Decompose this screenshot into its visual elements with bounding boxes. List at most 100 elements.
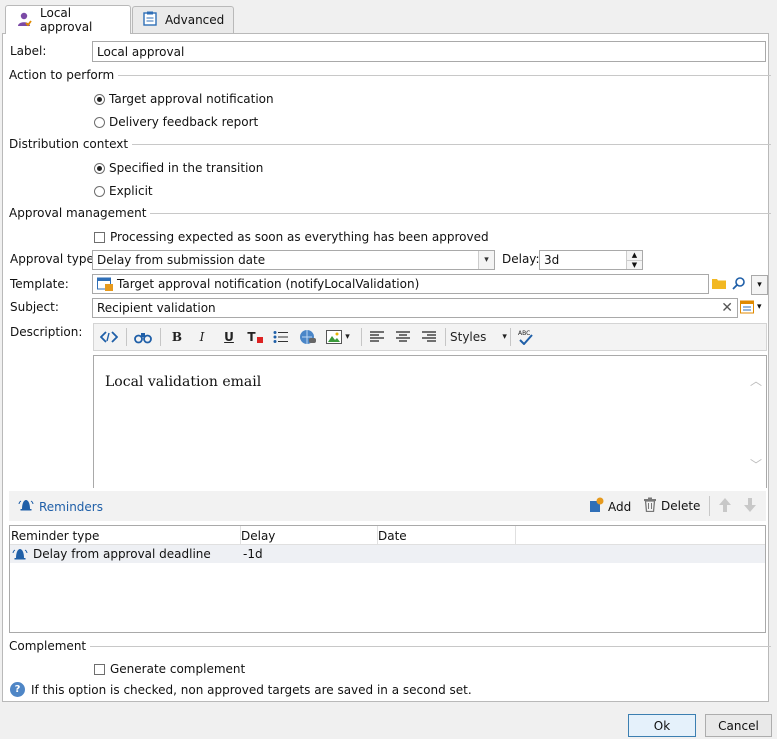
label-value: Local approval [97, 44, 185, 59]
radio-label: Delivery feedback report [109, 115, 259, 129]
template-value: Target approval notification (notifyLoca… [117, 277, 420, 291]
delay-input[interactable]: 3d ▲ ▼ [539, 250, 643, 270]
column-header[interactable]: Reminder type [11, 529, 99, 543]
italic-icon[interactable]: I [193, 325, 211, 349]
align-center-icon[interactable] [394, 325, 412, 349]
add-label: Add [608, 499, 632, 514]
tab-label: Advanced [165, 13, 225, 27]
align-right-icon[interactable] [420, 325, 438, 349]
section-title: Complement [9, 639, 87, 653]
align-left-icon[interactable] [368, 325, 386, 349]
help-text: If this option is checked, non approved … [31, 682, 472, 697]
radio-delivery-feedback[interactable]: Delivery feedback report [94, 115, 258, 129]
bold-icon[interactable]: B [168, 325, 186, 349]
approval-type-value: Delay from submission date [97, 253, 266, 267]
folder-icon[interactable] [712, 277, 726, 292]
template-input[interactable]: Target approval notification (notifyLoca… [92, 274, 709, 294]
label-input[interactable]: Local approval [92, 41, 766, 62]
ok-label: Ok [653, 718, 671, 733]
subject-input[interactable]: Recipient validation ✕ [92, 298, 738, 318]
cancel-button[interactable]: Cancel [705, 714, 772, 737]
trash-icon [643, 497, 657, 515]
radio-target-approval[interactable]: Target approval notification [94, 92, 274, 106]
section-title: Approval management [9, 206, 147, 220]
description-content: Local validation email [105, 374, 262, 390]
radio-label: Explicit [109, 184, 153, 198]
radio-label: Target approval notification [109, 92, 274, 106]
source-code-icon[interactable] [98, 325, 120, 349]
reminders-header: Reminders [18, 498, 103, 515]
column-header[interactable]: Delay [241, 529, 275, 543]
checkbox-processing-expected[interactable]: Processing expected as soon as everythin… [94, 230, 489, 244]
description-editor[interactable]: Local validation email ︿ ﹀ [93, 355, 767, 488]
table-header: Reminder type Delay Date [10, 526, 765, 545]
section-title: Distribution context [9, 137, 129, 151]
section-title: Action to perform [9, 68, 115, 82]
add-icon [589, 497, 604, 516]
spin-up-icon[interactable]: ▲ [627, 251, 642, 261]
column-header[interactable]: Date [378, 529, 407, 543]
bell-icon [18, 498, 34, 515]
clear-icon[interactable]: ✕ [721, 300, 733, 316]
radio-specified-transition[interactable]: Specified in the transition [94, 161, 263, 175]
chevron-down-icon: ▾ [502, 332, 507, 342]
delay-caption: Delay: [502, 252, 540, 266]
chevron-down-icon[interactable]: ▾ [757, 302, 762, 312]
chevron-down-icon[interactable]: ▾ [751, 275, 768, 295]
checkbox-label: Processing expected as soon as everythin… [110, 230, 489, 244]
add-button[interactable]: Add [589, 497, 631, 516]
help-note: ? If this option is checked, non approve… [10, 682, 472, 697]
subject-caption: Subject: [10, 300, 59, 314]
section-distribution: Distribution context [9, 137, 771, 151]
tab-local-approval[interactable]: Local approval [5, 5, 131, 34]
checkbox-label: Generate complement [110, 662, 246, 676]
image-icon[interactable]: ▾ [322, 325, 354, 349]
row-delay: -1d [243, 547, 263, 561]
clipboard-icon [143, 11, 157, 29]
tab-advanced[interactable]: Advanced [132, 6, 234, 33]
text-color-icon[interactable]: T [245, 325, 265, 349]
find-icon[interactable] [132, 325, 154, 349]
radio-label: Specified in the transition [109, 161, 264, 175]
cancel-label: Cancel [718, 718, 759, 733]
scroll-up-icon[interactable]: ︿ [750, 372, 762, 389]
link-icon[interactable] [297, 325, 319, 349]
subject-value: Recipient validation [97, 301, 216, 315]
checkbox-generate-complement[interactable]: Generate complement [94, 662, 245, 676]
help-icon: ? [10, 682, 25, 697]
scroll-down-icon[interactable]: ﹀ [750, 456, 762, 473]
reminders-title: Reminders [39, 499, 103, 514]
search-icon[interactable] [732, 276, 746, 293]
move-up-icon[interactable] [718, 497, 732, 516]
bell-icon [12, 547, 28, 564]
divider [709, 496, 710, 516]
template-file-icon [97, 277, 113, 291]
chevron-down-icon[interactable]: ▾ [478, 251, 494, 269]
user-approval-icon [16, 11, 32, 30]
table-row[interactable]: Delay from approval deadline -1d [10, 545, 765, 563]
delete-label: Delete [661, 499, 701, 513]
bullet-list-icon[interactable] [271, 325, 291, 349]
section-action: Action to perform [9, 68, 771, 82]
approval-type-select[interactable]: Delay from submission date ▾ [92, 250, 495, 270]
description-caption: Description: [10, 325, 83, 339]
section-approval: Approval management [9, 206, 771, 220]
spinner[interactable]: ▲ ▼ [626, 251, 642, 269]
tab-label: Local approval [40, 6, 93, 34]
reminders-table: Reminder type Delay Date Delay from appr… [9, 525, 766, 633]
styles-dropdown[interactable]: Styles ▾ [450, 325, 507, 349]
move-down-icon[interactable] [743, 497, 757, 516]
approval-type-caption: Approval type: [10, 252, 98, 266]
personalization-icon[interactable] [740, 300, 756, 318]
spellcheck-icon[interactable]: ABC [515, 325, 537, 349]
spin-down-icon[interactable]: ▼ [627, 261, 642, 269]
label-caption: Label: [10, 44, 47, 58]
ok-button[interactable]: Ok [628, 714, 696, 737]
underline-icon[interactable]: U [220, 325, 238, 349]
styles-label: Styles [450, 330, 487, 344]
template-caption: Template: [10, 277, 69, 291]
radio-explicit[interactable]: Explicit [94, 184, 153, 198]
delete-button[interactable]: Delete [643, 497, 700, 515]
section-complement: Complement [9, 639, 771, 653]
row-type: Delay from approval deadline [33, 547, 211, 561]
